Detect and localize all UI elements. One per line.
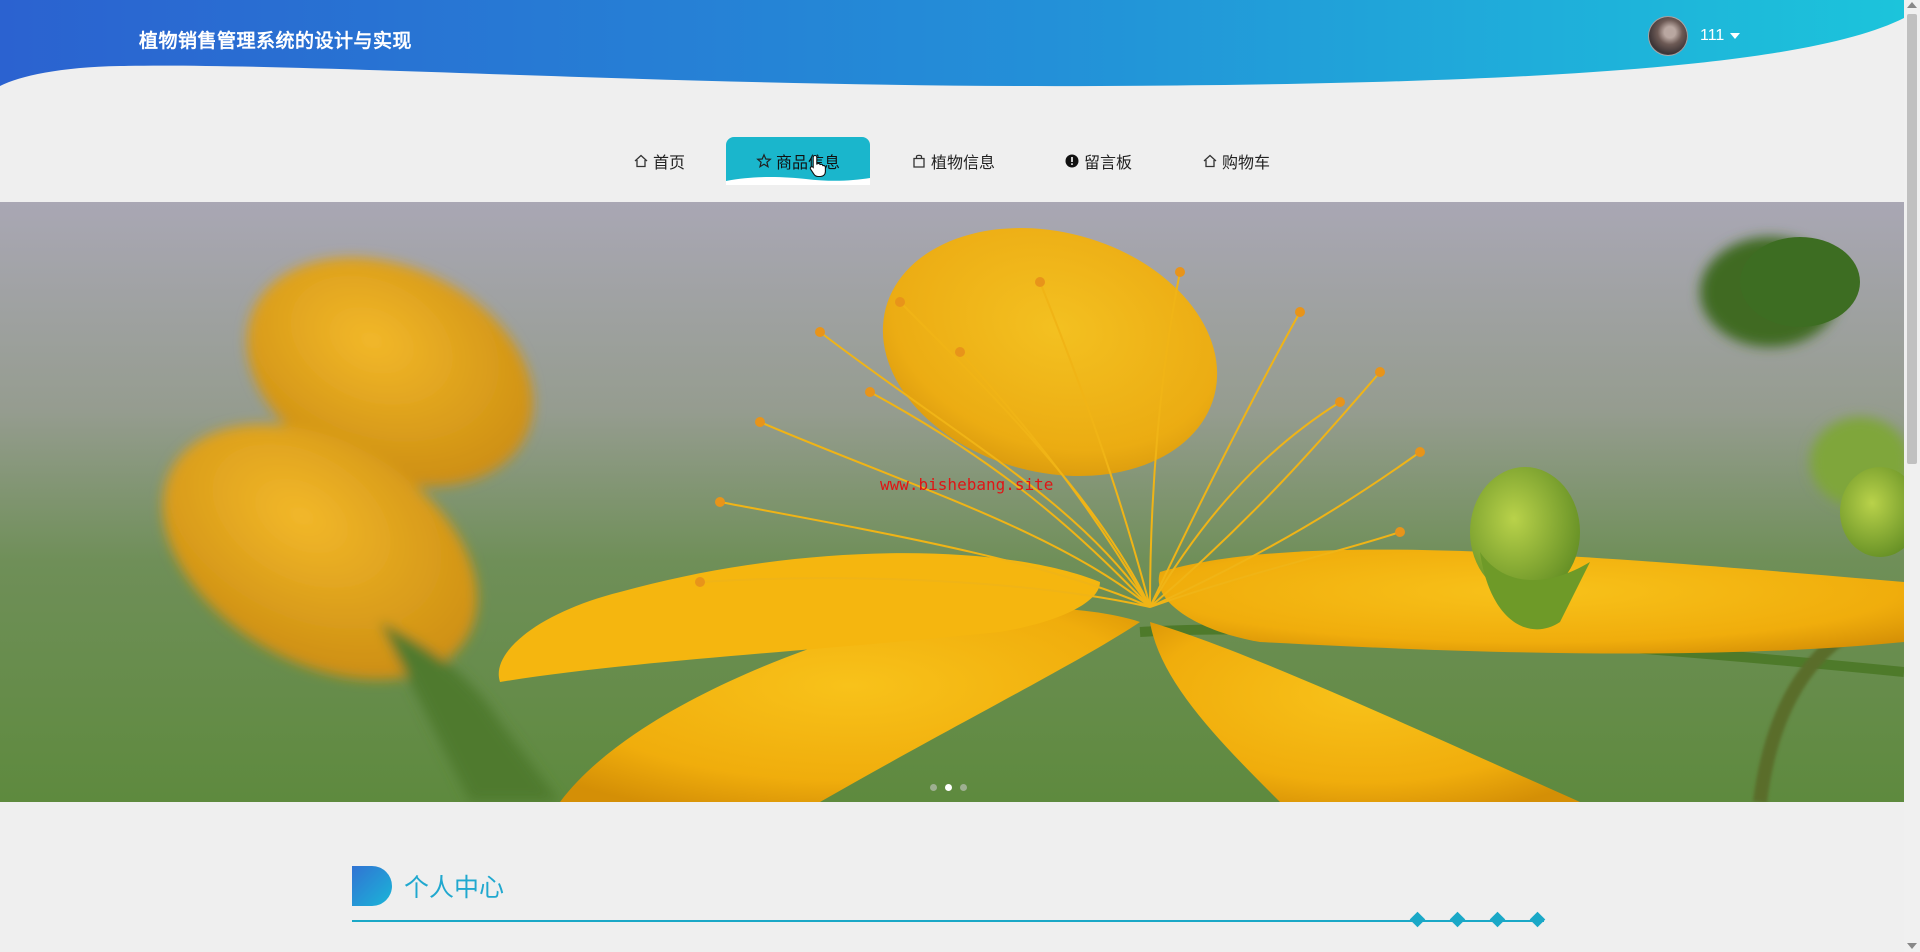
carousel-dot-3[interactable] — [960, 784, 967, 791]
caret-down-icon[interactable] — [1730, 33, 1741, 39]
page-scrollbar[interactable] — [1904, 0, 1920, 952]
nav-item-cart[interactable]: 购物车 — [1202, 137, 1270, 185]
diamond-icon — [1489, 911, 1506, 928]
cart-home-icon — [1202, 153, 1218, 169]
section-title: 个人中心 — [404, 873, 505, 902]
nav-label: 首页 — [653, 153, 686, 172]
carousel-dot-2[interactable] — [945, 784, 952, 791]
section-badge-icon — [352, 866, 392, 906]
nav-item-products[interactable]: 商品信息 — [726, 137, 870, 185]
carousel-dot-1[interactable] — [930, 784, 937, 791]
scroll-up-icon[interactable] — [1907, 2, 1917, 8]
main-nav: 首页 商品信息 植物信息 留言板 购物车 — [0, 137, 1904, 185]
tab-wave-decoration — [726, 177, 870, 185]
star-icon — [756, 153, 772, 169]
avatar[interactable] — [1648, 16, 1688, 56]
top-header: 植物销售管理系统的设计与实现 111 — [0, 0, 1904, 100]
section-header: 个人中心 — [352, 866, 504, 906]
nav-item-home[interactable]: 首页 — [633, 137, 685, 185]
alert-icon — [1064, 153, 1080, 169]
username[interactable]: 111 — [1700, 27, 1724, 45]
user-menu[interactable]: 111 — [1648, 16, 1741, 56]
home-icon — [633, 153, 649, 169]
scroll-down-icon[interactable] — [1907, 943, 1917, 949]
section-divider — [352, 920, 1544, 922]
nav-item-messages[interactable]: 留言板 — [1064, 137, 1132, 185]
watermark-text: www.bishebang.site — [880, 475, 1054, 494]
nav-label: 商品信息 — [775, 153, 840, 172]
nav-label: 购物车 — [1222, 153, 1271, 172]
diamond-icon — [1529, 911, 1546, 928]
diamond-icon — [1449, 911, 1466, 928]
nav-label: 留言板 — [1084, 153, 1133, 172]
site-title: 植物销售管理系统的设计与实现 — [139, 30, 413, 52]
nav-label: 植物信息 — [931, 153, 996, 172]
bag-icon — [911, 153, 927, 169]
banner-flower-image — [0, 202, 1904, 802]
nav-item-plants[interactable]: 植物信息 — [911, 137, 995, 185]
scrollbar-thumb[interactable] — [1907, 14, 1917, 464]
diamond-icon — [1409, 911, 1426, 928]
banner-carousel[interactable] — [0, 202, 1904, 802]
carousel-indicators — [930, 784, 967, 791]
